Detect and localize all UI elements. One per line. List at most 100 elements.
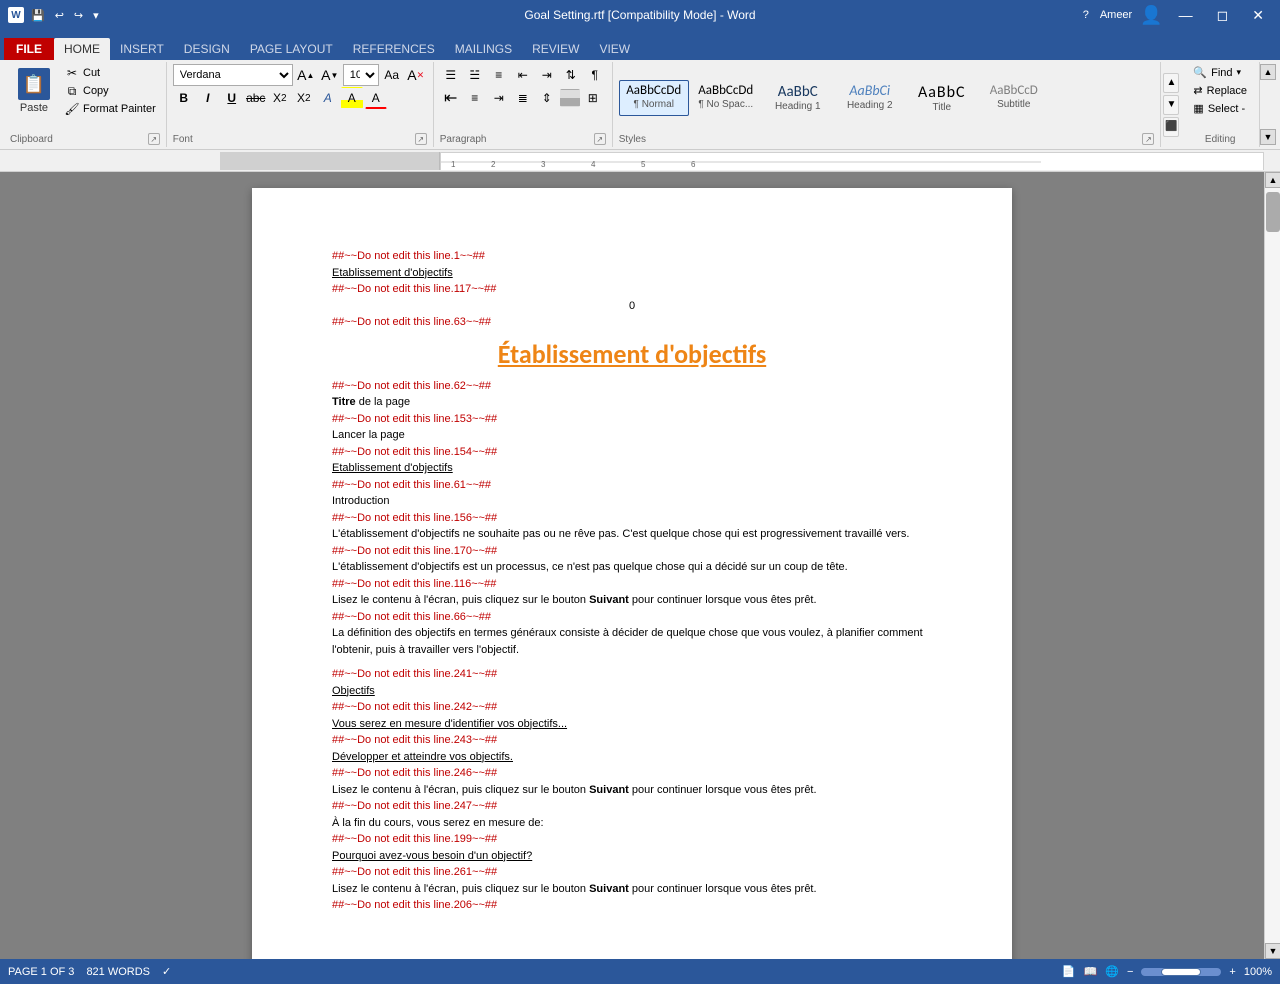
sort-btn[interactable]: ⇅	[560, 64, 582, 86]
svg-text:3: 3	[541, 160, 546, 169]
minimize-btn[interactable]: ―	[1171, 5, 1201, 25]
view-read-mode[interactable]: 📖	[1084, 965, 1098, 978]
style-no-spacing[interactable]: AaBbCcDd ¶ No Spac...	[691, 80, 761, 116]
tab-review[interactable]: REVIEW	[522, 38, 589, 60]
bullets-btn[interactable]: ☰	[440, 64, 462, 86]
scroll-up-btn[interactable]: ▲	[1265, 172, 1280, 188]
numbering-btn[interactable]: ☱	[464, 64, 486, 86]
styles-scroll-buttons: ▲ ▼ ⬛	[1161, 62, 1181, 147]
bold-button[interactable]: B	[173, 87, 195, 109]
align-left-btn[interactable]: ⇤	[440, 87, 462, 109]
decrease-indent-btn[interactable]: ⇤	[512, 64, 534, 86]
view-print-layout[interactable]: 📄	[1062, 965, 1076, 978]
underline-button[interactable]: U	[221, 87, 243, 109]
tab-references[interactable]: REFERENCES	[343, 38, 445, 60]
tab-design[interactable]: DESIGN	[174, 38, 240, 60]
help-btn[interactable]: ?	[1080, 7, 1092, 23]
line-spacing-btn[interactable]: ⇕	[536, 87, 558, 109]
style-heading1[interactable]: AaBbC Heading 1	[763, 80, 833, 116]
font-size-grow-btn[interactable]: A▲	[295, 64, 317, 86]
scroll-track[interactable]	[1265, 188, 1280, 943]
restore-btn[interactable]: ◻	[1209, 5, 1237, 26]
tab-home[interactable]: HOME	[54, 38, 110, 60]
qat-save[interactable]: 💾	[28, 7, 48, 24]
font-color-btn[interactable]: A	[365, 87, 387, 109]
tab-insert[interactable]: INSERT	[110, 38, 174, 60]
styles-expand[interactable]: ⬛	[1163, 117, 1179, 137]
proofing-icon[interactable]: ✓	[162, 965, 171, 978]
zoom-in-btn[interactable]: +	[1229, 966, 1235, 978]
paragraph-dialog-btn[interactable]: ↗	[594, 133, 606, 145]
find-icon: 🔍	[1193, 66, 1207, 79]
clipboard-label: Clipboard	[10, 132, 53, 145]
zoom-level[interactable]: 100%	[1244, 966, 1272, 978]
font-size-select[interactable]: 10	[343, 64, 379, 86]
line-30: Lisez le contenu à l'écran, puis cliquez…	[332, 782, 932, 799]
qat-redo[interactable]: ↪	[71, 7, 86, 24]
styles-scroll-up[interactable]: ▲	[1163, 73, 1179, 93]
tab-file[interactable]: FILE	[4, 38, 54, 60]
change-case-btn[interactable]: Aa	[381, 64, 403, 86]
close-btn[interactable]: ✕	[1244, 5, 1272, 26]
strikethrough-button[interactable]: abc	[245, 87, 267, 109]
align-right-btn[interactable]: ⇥	[488, 87, 510, 109]
user-name[interactable]: Ameer	[1100, 9, 1132, 21]
clear-formatting-btn[interactable]: A✕	[405, 64, 427, 86]
scroll-thumb[interactable]	[1266, 192, 1280, 232]
copy-button[interactable]: ⧉ Copy	[60, 82, 160, 100]
style-heading2[interactable]: AaBbCi Heading 2	[835, 80, 905, 116]
styles-group: AaBbCcDd ¶ Normal AaBbCcDd ¶ No Spac... …	[613, 62, 1162, 147]
ribbon-scroll-down[interactable]: ▼	[1260, 129, 1276, 145]
format-painter-button[interactable]: 🖌 Format Painter	[60, 100, 160, 118]
tab-mailings[interactable]: MAILINGS	[445, 38, 522, 60]
view-web-layout[interactable]: 🌐	[1105, 965, 1119, 978]
zoom-slider-thumb[interactable]	[1161, 968, 1201, 976]
text-effects-btn[interactable]: A	[317, 87, 339, 109]
line-34: Pourquoi avez-vous besoin d'un objectif?	[332, 848, 932, 865]
ruler-bar[interactable]: 1 2 3 4 5 6	[440, 152, 1264, 170]
paste-button[interactable]: 📋 Paste	[10, 64, 58, 118]
italic-button[interactable]: I	[197, 87, 219, 109]
qat-undo[interactable]: ↩	[52, 7, 67, 24]
scroll-down-btn[interactable]: ▼	[1265, 943, 1280, 959]
cut-button[interactable]: ✂ Cut	[60, 64, 160, 82]
zoom-out-btn[interactable]: −	[1127, 966, 1133, 978]
find-button[interactable]: 🔍 Find ▾	[1187, 64, 1247, 81]
qat-customize[interactable]: ▾	[90, 7, 102, 24]
select-button[interactable]: ▦ Select -	[1187, 100, 1251, 117]
line-13: ##~~Do not edit this line.61~~##	[332, 477, 932, 494]
font-size-shrink-btn[interactable]: A▼	[319, 64, 341, 86]
ribbon-scroll-up[interactable]: ▲	[1260, 64, 1276, 80]
text-highlight-btn[interactable]: A	[341, 87, 363, 109]
styles-scroll-down[interactable]: ▼	[1163, 95, 1179, 115]
styles-dialog-btn[interactable]: ↗	[1142, 133, 1154, 145]
user-avatar[interactable]: 👤	[1140, 5, 1162, 26]
status-bar-right: 📄 📖 🌐 − + 100%	[1062, 965, 1272, 978]
multilevel-list-btn[interactable]: ≡	[488, 64, 510, 86]
vertical-scrollbar[interactable]: ▲ ▼	[1264, 172, 1280, 959]
increase-indent-btn[interactable]: ⇥	[536, 64, 558, 86]
style-title[interactable]: AaBbC Title	[907, 80, 977, 116]
line-33: ##~~Do not edit this line.199~~##	[332, 831, 932, 848]
document-area[interactable]: ##~~Do not edit this line.1~~## Etabliss…	[0, 172, 1264, 959]
tab-page-layout[interactable]: PAGE LAYOUT	[240, 38, 343, 60]
border-btn[interactable]: ⊞	[582, 87, 604, 109]
tab-view[interactable]: VIEW	[589, 38, 640, 60]
page-indicator[interactable]: PAGE 1 OF 3	[8, 966, 74, 978]
svg-text:1: 1	[451, 160, 456, 169]
justify-btn[interactable]: ≣	[512, 87, 534, 109]
subscript-button[interactable]: X2	[269, 87, 291, 109]
zoom-slider[interactable]	[1141, 968, 1221, 976]
style-normal[interactable]: AaBbCcDd ¶ Normal	[619, 80, 689, 116]
word-count[interactable]: 821 WORDS	[86, 966, 150, 978]
show-formatting-btn[interactable]: ¶	[584, 64, 606, 86]
shading-btn[interactable]	[560, 89, 580, 107]
font-name-select[interactable]: Verdana	[173, 64, 293, 86]
replace-button[interactable]: ⇄ Replace	[1187, 82, 1253, 99]
clipboard-dialog-btn[interactable]: ↗	[148, 133, 160, 145]
superscript-button[interactable]: X2	[293, 87, 315, 109]
align-center-btn[interactable]: ≡	[464, 87, 486, 109]
line-15: ##~~Do not edit this line.156~~##	[332, 510, 932, 527]
font-dialog-btn[interactable]: ↗	[415, 133, 427, 145]
style-subtitle[interactable]: AaBbCcD Subtitle	[979, 80, 1049, 116]
